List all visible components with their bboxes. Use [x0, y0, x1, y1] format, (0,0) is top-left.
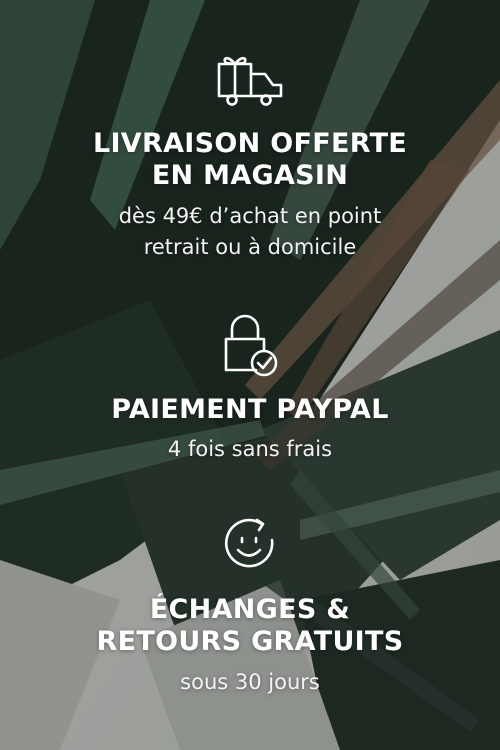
feature-subtitle-line: retrait ou à domicile [143, 235, 357, 259]
feature-title-line: ÉCHANGES & [149, 594, 351, 625]
feature-subtitle-line: dès 49€ d’achat en point [118, 204, 382, 228]
feature-paypal-payment: PAIEMENT PAYPAL 4 fois sans frais [0, 312, 500, 465]
feature-subtitle: sous 30 jours [0, 667, 500, 698]
feature-free-delivery: LIVRAISON OFFERTE EN MAGASIN dès 49€ d’a… [0, 50, 500, 263]
features-overlay: LIVRAISON OFFERTE EN MAGASIN dès 49€ d’a… [0, 0, 500, 750]
feature-title: ÉCHANGES & RETOURS GRATUITS [0, 594, 500, 658]
feature-title-line: RETOURS GRATUITS [96, 626, 404, 657]
feature-free-returns: ÉCHANGES & RETOURS GRATUITS sous 30 jour… [0, 514, 500, 698]
feature-title: LIVRAISON OFFERTE EN MAGASIN [0, 128, 500, 192]
feature-title-line: LIVRAISON OFFERTE [92, 128, 408, 159]
gift-delivery-truck-icon [0, 50, 500, 108]
feature-subtitle: dès 49€ d’achat en point retrait ou à do… [0, 201, 500, 263]
feature-title-line: PAIEMENT PAYPAL [111, 394, 389, 425]
feature-subtitle: 4 fois sans frais [0, 434, 500, 465]
padlock-check-icon [0, 312, 500, 382]
smile-refresh-icon [0, 514, 500, 574]
feature-subtitle-line: 4 fois sans frais [167, 437, 333, 461]
feature-subtitle-line: sous 30 jours [180, 670, 320, 694]
feature-title: PAIEMENT PAYPAL [0, 394, 500, 426]
feature-title-line: EN MAGASIN [151, 160, 349, 191]
services-banner: LIVRAISON OFFERTE EN MAGASIN dès 49€ d’a… [0, 0, 500, 750]
